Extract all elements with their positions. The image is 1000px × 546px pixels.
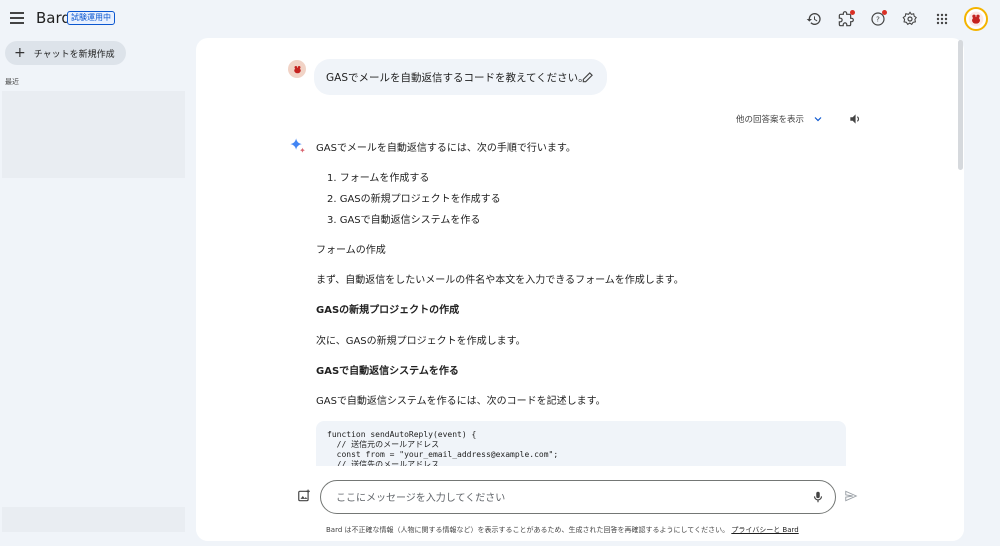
section-body: 次に、GASの新規プロジェクトを作成します。 (316, 336, 526, 347)
experiment-badge: 試験運用中 (67, 11, 115, 25)
privacy-link[interactable]: プライバシーと Bard (731, 526, 798, 534)
disclaimer-text: Bard は不正確な情報（人物に関する情報など）を表示することがあるため、生成さ… (326, 526, 730, 534)
help-icon[interactable]: ? (868, 9, 888, 29)
image-upload-icon[interactable] (297, 489, 311, 503)
apps-grid-icon[interactable] (932, 9, 952, 29)
section-heading: GASで自動返信システムを作る (316, 366, 459, 377)
history-icon[interactable] (804, 9, 824, 29)
section-heading: フォームの作成 (316, 245, 386, 256)
user-avatar (288, 60, 306, 78)
speaker-icon[interactable] (848, 112, 862, 126)
top-bar: Bard 試験運用中 ? (0, 0, 1000, 38)
edit-icon[interactable] (581, 70, 595, 84)
bard-sparkle-icon (290, 138, 306, 153)
send-icon[interactable] (844, 489, 858, 503)
section-heading: GASの新規プロジェクトの作成 (316, 305, 460, 316)
extensions-icon[interactable] (836, 9, 856, 29)
settings-icon[interactable] (900, 9, 920, 29)
chat-panel: GASでメールを自動返信するコードを教えてください。 他の回答案を表示 GASで… (196, 38, 964, 541)
prompt-box (320, 480, 836, 514)
prompt-input[interactable] (334, 488, 798, 508)
recent-chats-list[interactable] (2, 91, 185, 178)
scrollbar[interactable] (958, 40, 963, 170)
mic-icon[interactable] (811, 490, 825, 504)
menu-icon[interactable] (10, 12, 24, 24)
top-actions: ? (804, 6, 988, 32)
response-step: 3. GASで自動返信システムを作る (327, 215, 481, 226)
response-step: 2. GASの新規プロジェクトを作成する (327, 194, 501, 205)
notification-dot (882, 10, 887, 15)
new-chat-button[interactable]: + チャットを新規作成 (5, 41, 126, 65)
other-drafts-label: 他の回答案を表示 (736, 115, 805, 125)
sidebar: + チャットを新規作成 最近 (0, 38, 190, 546)
app-title[interactable]: Bard (36, 9, 71, 27)
sidebar-footer[interactable] (2, 507, 185, 532)
section-body: GASで自動返信システムを作るには、次のコードを記述します。 (316, 396, 606, 407)
response-step: 1. フォームを作成する (327, 173, 430, 184)
other-drafts-toggle[interactable]: 他の回答案を表示 (736, 113, 824, 125)
code-block[interactable]: function sendAutoReply(event) { // 送信元のメ… (316, 421, 846, 469)
notification-dot (850, 10, 855, 15)
response-intro: GASでメールを自動返信するには、次の手順で行います。 (316, 143, 576, 154)
recent-label: 最近 (5, 78, 19, 86)
new-chat-label: チャットを新規作成 (33, 49, 115, 60)
disclaimer: Bard は不正確な情報（人物に関する情報など）を表示することがあるため、生成さ… (326, 525, 799, 535)
chevron-down-icon (814, 117, 822, 122)
account-avatar[interactable] (964, 7, 988, 31)
section-body: まず、自動返信をしたいメールの件名や本文を入力できるフォームを作成します。 (316, 275, 684, 286)
user-prompt-text: GASでメールを自動返信するコードを教えてください。 (326, 71, 589, 84)
code-text: function sendAutoReply(event) { // 送信元のメ… (327, 430, 559, 469)
svg-text:?: ? (876, 15, 880, 24)
user-prompt-bubble: GASでメールを自動返信するコードを教えてください。 (314, 59, 607, 95)
plus-icon: + (14, 45, 26, 61)
